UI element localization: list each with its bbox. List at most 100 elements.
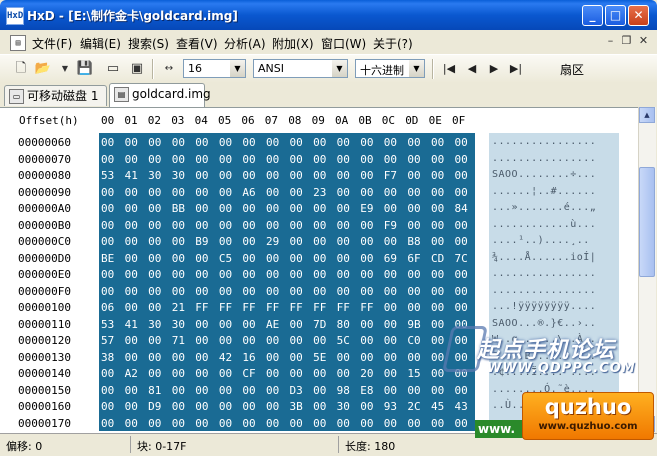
watermark-quzhuo-title: quzhuo [544,395,632,419]
ascii-row[interactable]: ......¦..#...... [492,186,596,197]
mdi-restore-icon[interactable]: ❐ [619,34,634,48]
row-offset: 000000A0 [18,202,71,215]
ascii-row[interactable]: ....¹..)....¸.. [492,235,590,246]
hex-editor-panel[interactable]: Offset(h) 00 01 02 03 04 05 06 07 08 09 0A 0B 0C 0D 0E… [0,107,638,433]
chevron-down-icon[interactable]: ▼ [332,60,347,77]
ascii-row[interactable]: ...!ÿÿÿÿÿÿÿÿ.... [492,301,596,312]
hex-bytes-row[interactable]: 53 41 30 30 00 00 00 AE 00 7D 80 00 00 9… [101,318,468,331]
toolbar-separator [152,59,154,79]
hex-bytes-row[interactable]: 38 00 00 00 00 42 16 00 00 5E 00 00 00 0… [101,351,468,364]
hxd-app-icon[interactable]: HxD [6,7,24,25]
charset-select[interactable]: ANSI ▼ [253,59,348,78]
scroll-up-icon[interactable]: ▲ [639,107,655,123]
hex-bytes-row[interactable]: 00 00 00 00 00 00 00 00 00 00 00 00 00 0… [101,285,468,298]
row-offset: 000000F0 [18,284,71,298]
maximize-button[interactable]: □ [605,5,626,26]
ascii-row[interactable]: ................ [492,285,596,296]
ascii-row[interactable]: SAOO...®.}€..›.. [492,318,596,329]
bytes-per-row-icon: ↔ [164,63,174,74]
next-sector-icon[interactable]: ▶ [486,61,502,77]
ascii-row[interactable]: ...».......é...„ [492,202,596,213]
column-header: 08 [288,114,302,127]
row-offset: 00000080 [18,169,71,182]
column-header: 04 [194,114,208,127]
menu-file[interactable]: 文件(F) [32,35,72,52]
hex-bytes-row[interactable]: 00 00 00 00 00 00 00 00 00 00 00 00 00 0… [101,417,468,430]
status-block: 块: 0-17F [137,440,187,453]
hex-bytes-row[interactable]: 00 00 00 00 00 00 00 00 00 00 00 00 00 0… [101,268,468,281]
hex-bytes-row[interactable]: 06 00 00 21 FF FF FF FF FF FF FF FF 00 0… [101,301,468,314]
prev-sector-icon[interactable]: ◀ [464,61,480,77]
ascii-row[interactable]: ................ [492,153,596,164]
hex-bytes-row[interactable]: 00 00 81 00 00 00 00 00 D3 00 98 E8 00 0… [101,384,468,397]
hex-bytes-row[interactable]: 00 00 00 00 00 00 A6 00 00 23 00 00 00 0… [101,186,468,199]
ascii-row[interactable]: ................ [492,268,596,279]
hex-bytes-row[interactable]: 00 00 00 00 00 00 00 00 00 00 00 00 00 0… [101,153,468,166]
toolbar: 🗋 📂 ▼ 💾 ▭ ▣ ↔ 16 ▼ ANSI ▼ 十六进制 ▼ |◀ ◀ ▶ … [0,54,657,84]
hex-bytes-row[interactable]: 53 41 30 30 00 00 00 00 00 00 00 00 F7 0… [101,169,468,182]
status-offset: 偏移: 0 [6,440,43,453]
ascii-row[interactable]: ¾....Å......ioÍ| [492,252,596,263]
watermark-qdppc-url: WWW.QDPPC.COM [487,361,636,376]
hex-bytes-row[interactable]: 00 00 00 BB 00 00 00 00 00 00 00 E9 00 0… [101,202,468,215]
menu-window[interactable]: 窗口(W) [321,35,366,52]
row-offset: 000000C0 [18,235,71,248]
chevron-down-icon[interactable]: ▼ [409,60,424,77]
hex-bytes-row[interactable]: 00 00 00 00 B9 00 00 29 00 00 00 00 00 B… [101,235,468,248]
hex-bytes-row[interactable]: 00 A2 00 00 00 00 CF 00 00 00 00 20 00 1… [101,367,468,380]
ascii-row[interactable]: ............ù... [492,219,596,230]
open-folder-icon[interactable]: 📂 [34,60,52,78]
menu-about[interactable]: 关于(?) [373,35,413,52]
hex-bytes-row[interactable]: 00 00 00 00 00 00 00 00 00 00 00 00 F9 0… [101,219,468,232]
hex-bytes-row[interactable]: 57 00 00 71 00 00 00 00 00 00 5C 00 00 C… [101,334,468,347]
menu-extras[interactable]: 附加(X) [272,35,314,52]
hex-bytes-row[interactable]: BE 00 00 00 00 C5 00 00 00 00 00 00 69 6… [101,252,468,265]
menu-search[interactable]: 搜索(S) [128,35,169,52]
open-dropdown-icon[interactable]: ▼ [56,60,74,78]
tab-goldcard[interactable]: ▤ goldcard.img [109,83,211,107]
sector-label: 扇区 [560,63,585,77]
file-icon: ▤ [114,87,129,102]
save-icon[interactable]: 💾 [76,60,94,78]
hex-bytes-row[interactable]: 00 00 00 00 00 00 00 00 00 00 00 00 00 0… [101,136,468,149]
row-offset: 00000090 [18,185,71,199]
column-header: 0C [381,114,396,127]
toolbar-separator [432,59,434,79]
column-header: 09 [311,114,325,127]
column-header: 02 [147,114,162,127]
row-offset: 00000100 [18,301,71,314]
menu-edit[interactable]: 编辑(E) [80,35,121,52]
scroll-thumb[interactable] [639,167,655,277]
column-header: 0B [358,114,372,127]
menu-view[interactable]: 查看(V) [176,35,218,52]
title-bar[interactable]: HxD HxD - [E:\制作金卡\goldcard.img] _ □ ✕ [0,0,657,30]
tab-removable-disk[interactable]: ▭ 可移动磁盘 1 [4,85,107,106]
chevron-down-icon[interactable]: ▼ [230,60,245,77]
first-sector-icon[interactable]: |◀ [441,61,457,77]
display-mode-select[interactable]: 十六进制 ▼ [355,59,425,78]
column-header: 0A [335,114,349,127]
window-title: HxD - [E:\制作金卡\goldcard.img] [27,9,238,23]
vertical-scrollbar[interactable]: ▲ ▼ [638,107,656,432]
mdi-close-icon[interactable]: ✕ [636,34,651,48]
row-offset: 00000140 [18,367,71,380]
last-sector-icon[interactable]: ▶| [508,61,524,77]
ascii-row[interactable]: ................ [492,136,596,147]
watermark-qdppc-text: 起点手机论坛 [477,338,616,363]
mdi-minimize-icon[interactable]: – [603,34,618,48]
hex-bytes-row[interactable]: 00 00 D9 00 00 00 00 00 3B 00 30 00 93 2… [101,400,468,413]
ascii-row[interactable]: SAOO........÷... [492,169,596,180]
menu-analysis[interactable]: 分析(A) [224,35,266,52]
minimize-button[interactable]: _ [582,5,603,26]
row-offset: 000000E0 [18,268,71,281]
column-header: 05 [218,114,232,127]
new-file-icon[interactable]: 🗋 [12,60,30,78]
disk-icon[interactable]: ▭ [104,60,122,78]
close-button[interactable]: ✕ [628,5,649,26]
status-length: 长度: 180 [345,440,396,453]
document-menu-icon[interactable]: ▤ [10,35,26,51]
column-header: 07 [264,114,279,127]
memory-icon[interactable]: ▣ [128,60,146,78]
menu-bar: ▤ 文件(F) 编辑(E) 搜索(S) 查看(V) 分析(A) 附加(X) 窗口… [0,30,657,54]
bytes-per-row-select[interactable]: 16 ▼ [183,59,246,78]
